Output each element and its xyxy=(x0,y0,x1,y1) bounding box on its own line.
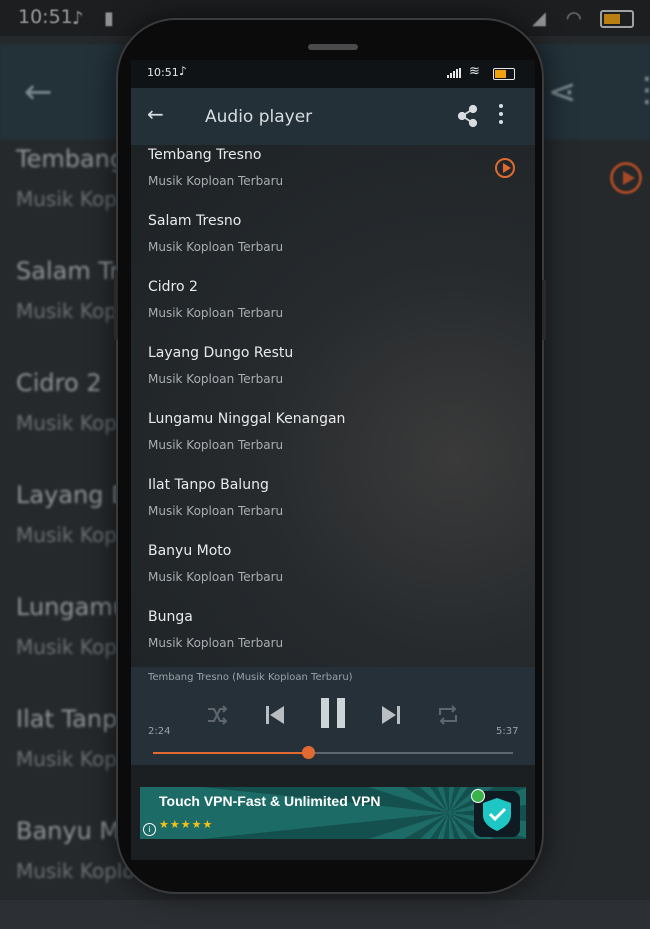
ad-title: Touch VPN-Fast & Unlimited VPN xyxy=(159,793,381,809)
song-list-item[interactable]: Lungamu Ninggal Kenangan Musik Koploan Te… xyxy=(131,409,535,475)
skip-previous-icon xyxy=(266,706,284,724)
back-button[interactable]: ← xyxy=(147,102,164,126)
back-arrow-icon: ← xyxy=(147,102,164,126)
song-subtitle: Musik Koploan Terbaru xyxy=(148,240,284,254)
previous-button[interactable] xyxy=(264,704,286,726)
ad-banner[interactable]: Touch VPN-Fast & Unlimited VPN ★★★★★ i xyxy=(140,787,526,839)
song-list-item[interactable]: Cidro 2 Musik Koploan Terbaru xyxy=(131,277,535,343)
more-options-button[interactable] xyxy=(499,104,503,128)
total-time: 5:37 xyxy=(496,726,519,737)
song-subtitle: Musik Koploan Terbaru xyxy=(148,438,284,452)
now-playing-label: Tembang Tresno (Musik Koploan Terbaru) xyxy=(148,672,353,683)
song-list[interactable]: Tembang Tresno Musik Koploan Terbaru Salam… xyxy=(131,145,535,667)
song-title: Layang Dungo Restu xyxy=(148,345,294,361)
rating-stars: ★★★★★ xyxy=(159,818,214,831)
speaker-grille xyxy=(308,44,358,50)
side-button xyxy=(114,270,118,340)
status-time: 10:51 xyxy=(147,66,179,79)
page-title: Audio player xyxy=(205,107,313,127)
song-title: Bunga xyxy=(148,609,193,625)
song-list-item[interactable]: Salam Tresno Musik Koploan Terbaru xyxy=(131,211,535,277)
song-subtitle: Musik Koploan Terbaru xyxy=(148,174,284,188)
song-list-item[interactable]: Banyu Moto Musik Koploan Terbaru xyxy=(131,541,535,607)
app-screen: 10:51 ♪ ≋ ← Audio player Tembang Tresno … xyxy=(131,60,535,860)
shuffle-icon xyxy=(208,705,228,725)
seek-bar[interactable] xyxy=(153,746,513,759)
ad-area: Touch VPN-Fast & Unlimited VPN ★★★★★ i xyxy=(131,765,535,860)
pause-button[interactable] xyxy=(319,697,347,729)
song-subtitle: Musik Koploan Terbaru xyxy=(148,504,284,518)
seek-bar-progress xyxy=(153,752,308,754)
player-bar: Tembang Tresno (Musik Koploan Terbaru) 2… xyxy=(131,667,535,765)
song-subtitle: Musik Koploan Terbaru xyxy=(148,306,284,320)
status-bar: 10:51 ♪ ≋ xyxy=(131,60,535,88)
current-time: 2:24 xyxy=(148,726,171,737)
repeat-button[interactable] xyxy=(437,705,459,725)
shuffle-button[interactable] xyxy=(206,705,228,725)
song-title: Lungamu Ninggal Kenangan xyxy=(148,411,346,427)
pause-icon xyxy=(321,698,345,728)
music-note-icon: ♪ xyxy=(179,64,187,78)
share-icon xyxy=(457,104,478,128)
song-subtitle: Musik Koploan Terbaru xyxy=(148,372,284,386)
side-button xyxy=(542,280,546,340)
wifi-icon: ≋ xyxy=(469,64,480,79)
share-button[interactable] xyxy=(457,104,479,128)
play-icon[interactable] xyxy=(495,158,515,178)
song-subtitle: Musik Koploan Terbaru xyxy=(148,636,284,650)
song-title: Salam Tresno xyxy=(148,213,242,229)
song-title: Cidro 2 xyxy=(148,279,198,295)
song-list-item[interactable]: Ilat Tanpo Balung Musik Koploan Terbaru xyxy=(131,475,535,541)
song-list-item[interactable]: Bunga Musik Koploan Terbaru xyxy=(131,607,535,667)
info-icon[interactable]: i xyxy=(143,823,156,836)
song-subtitle: Musik Koploan Terbaru xyxy=(148,570,284,584)
song-list-item[interactable]: Tembang Tresno Musik Koploan Terbaru xyxy=(131,145,535,211)
battery-icon xyxy=(493,68,515,80)
signal-icon xyxy=(447,68,461,78)
seek-bar-thumb[interactable] xyxy=(301,746,315,759)
song-list-item[interactable]: Layang Dungo Restu Musik Koploan Terbaru xyxy=(131,343,535,409)
song-title: Banyu Moto xyxy=(148,543,232,559)
more-icon xyxy=(499,104,503,108)
heart-badge-icon xyxy=(471,789,485,803)
app-toolbar: ← Audio player xyxy=(131,88,535,145)
next-button[interactable] xyxy=(380,704,402,726)
skip-next-icon xyxy=(382,706,400,724)
repeat-icon xyxy=(439,705,457,725)
song-title: Ilat Tanpo Balung xyxy=(148,477,269,493)
phone-frame: 10:51 ♪ ≋ ← Audio player Tembang Tresno … xyxy=(114,20,546,892)
song-title: Tembang Tresno xyxy=(148,147,262,163)
